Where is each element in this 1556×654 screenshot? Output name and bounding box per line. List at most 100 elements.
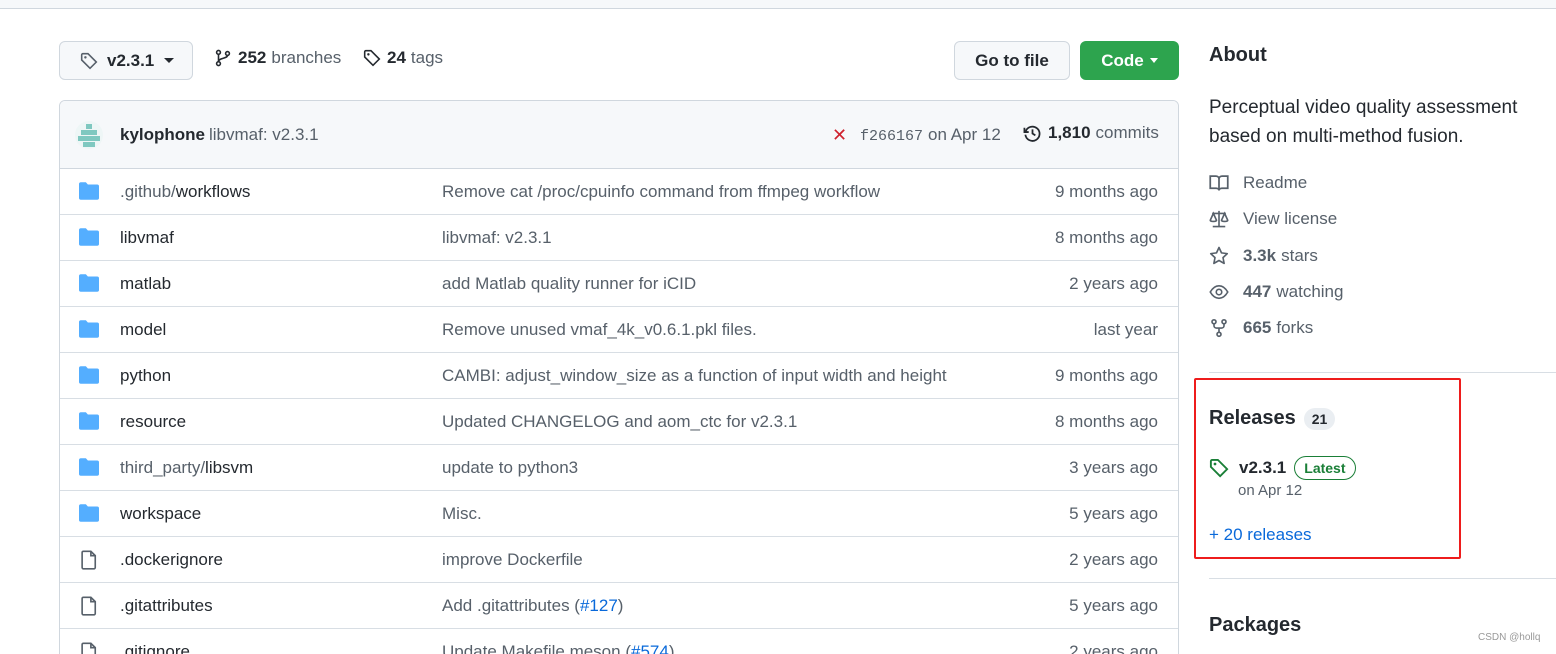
tags-count: 24	[387, 48, 406, 67]
file-commit-message[interactable]: libvmaf: v2.3.1	[442, 228, 552, 248]
file-commit-message[interactable]: Updated CHANGELOG and aom_ctc for v2.3.1	[442, 412, 797, 432]
stars-label: stars	[1281, 246, 1318, 265]
file-rows: .github/workflows Remove cat /proc/cpuinf…	[60, 169, 1178, 654]
pull-request-link[interactable]: #127	[580, 596, 618, 615]
branches-label: branches	[271, 48, 342, 67]
file-name-sub: libsvm	[205, 458, 254, 477]
commit-message-text: CAMBI: adjust_window_size as a function …	[442, 366, 947, 385]
readme-link[interactable]: Readme	[1209, 173, 1307, 193]
file-row[interactable]: .gitignore Update Makefile meson (#574) 2 …	[60, 629, 1178, 654]
file-name: .gitignore	[120, 642, 190, 654]
file-name-link[interactable]: .gitattributes	[120, 596, 213, 616]
readme-label: Readme	[1243, 173, 1308, 192]
go-to-file-button[interactable]: Go to file	[954, 41, 1070, 80]
commit-date: on Apr 12	[928, 125, 1001, 144]
file-age: 5 years ago	[1069, 504, 1158, 523]
file-age: 5 years ago	[1069, 596, 1158, 615]
file-name-link[interactable]: matlab	[120, 274, 171, 294]
file-row[interactable]: workspace Misc. 5 years ago	[60, 491, 1178, 537]
commits-count: 1,810	[1048, 123, 1091, 142]
file-name-link[interactable]: libvmaf	[120, 228, 174, 248]
file-row[interactable]: .dockerignore improve Dockerfile 2 years a…	[60, 537, 1178, 583]
commits-link[interactable]: 1,810 commits	[1023, 123, 1159, 143]
file-icon	[79, 596, 99, 621]
tags-label: tags	[410, 48, 444, 67]
file-name-link[interactable]: .github/workflows	[120, 182, 250, 202]
packages-heading[interactable]: Packages	[1209, 614, 1301, 637]
file-name: resource	[120, 412, 187, 431]
file-name-link[interactable]: third_party/libsvm	[120, 458, 253, 478]
tags-link[interactable]: 24 tags	[363, 48, 443, 68]
file-commit-message[interactable]: update to python3	[442, 458, 578, 478]
commits-label: commits	[1095, 123, 1159, 142]
file-name-link[interactable]: .dockerignore	[120, 550, 223, 570]
file-row[interactable]: matlab add Matlab quality runner for iCID…	[60, 261, 1178, 307]
license-label: View license	[1243, 209, 1338, 228]
file-commit-message[interactable]: CAMBI: adjust_window_size as a function …	[442, 366, 947, 386]
commit-message-text: improve Dockerfile	[442, 550, 583, 569]
repo-description: Perceptual video quality assessment base…	[1209, 97, 1518, 147]
pull-request-link[interactable]: #574	[631, 642, 669, 654]
commit-message-text: Add .gitattributes (	[442, 596, 580, 615]
commit-sha[interactable]: f266167	[860, 128, 923, 145]
stars-link[interactable]: 3.3k stars	[1209, 246, 1318, 266]
file-name-link[interactable]: .gitignore	[120, 642, 190, 654]
commit-message-text: libvmaf: v2.3.1	[442, 228, 552, 247]
file-age: 2 years ago	[1069, 642, 1158, 654]
file-name-link[interactable]: resource	[120, 412, 186, 432]
file-row[interactable]: .github/workflows Remove cat /proc/cpuinf…	[60, 169, 1178, 215]
file-name: .dockerignore	[120, 550, 224, 569]
file-name-link[interactable]: model	[120, 320, 166, 340]
code-button-label: Code	[1101, 50, 1144, 70]
folder-icon	[79, 274, 99, 297]
commit-author[interactable]: kylophone	[120, 125, 205, 145]
tag-icon	[80, 52, 98, 69]
file-name: python	[120, 366, 172, 385]
file-age: 2 years ago	[1069, 274, 1158, 293]
folder-icon	[79, 182, 99, 205]
file-row[interactable]: libvmaf libvmaf: v2.3.1 8 months ago	[60, 215, 1178, 261]
watchers-link[interactable]: 447 watching	[1209, 282, 1343, 302]
branch-selector-button[interactable]: v2.3.1	[59, 41, 193, 80]
file-commit-message[interactable]: Misc.	[442, 504, 482, 524]
file-age: 8 months ago	[1054, 228, 1158, 247]
file-commit-message[interactable]: Remove unused vmaf_4k_v0.6.1.pkl files.	[442, 320, 757, 340]
file-row[interactable]: python CAMBI: adjust_window_size as a fun…	[60, 353, 1178, 399]
file-age: 8 months ago	[1054, 412, 1158, 431]
file-name: matlab	[120, 274, 172, 293]
commit-message-text: update to python3	[442, 458, 579, 477]
status-failed-icon[interactable]: ✕	[832, 125, 847, 146]
divider	[1209, 578, 1556, 579]
file-name: libvmaf	[120, 228, 174, 247]
code-button[interactable]: Code	[1080, 41, 1179, 80]
branches-link[interactable]: 252 branches	[214, 48, 341, 68]
branches-count: 252	[238, 48, 267, 67]
file-age: 3 years ago	[1069, 458, 1158, 477]
file-age: 9 months ago	[1054, 366, 1158, 385]
file-commit-message[interactable]: Add .gitattributes (#127)	[442, 596, 623, 616]
file-commit-message[interactable]: Update Makefile meson (#574)	[442, 642, 674, 654]
file-row[interactable]: third_party/libsvm update to python3 3 yea…	[60, 445, 1178, 491]
commit-message[interactable]: libvmaf: v2.3.1	[209, 125, 319, 145]
chevron-down-icon	[164, 58, 175, 63]
branch-name: v2.3.1	[107, 50, 155, 70]
file-row[interactable]: model Remove unused vmaf_4k_v0.6.1.pkl fi…	[60, 307, 1178, 353]
file-commit-message[interactable]: improve Dockerfile	[442, 550, 583, 570]
star-icon	[1209, 246, 1229, 265]
file-name-link[interactable]: python	[120, 366, 171, 386]
avatar[interactable]	[75, 121, 103, 149]
commit-message-text: Remove cat /proc/cpuinfo command from ff…	[442, 182, 881, 201]
forks-link[interactable]: 665 forks	[1209, 318, 1313, 338]
file-name-sub: workflows	[175, 182, 251, 201]
license-link[interactable]: View license	[1209, 209, 1337, 229]
folder-icon	[79, 504, 99, 527]
red-highlight-box	[1194, 378, 1461, 559]
file-row[interactable]: .gitattributes Add .gitattributes (#127) 5…	[60, 583, 1178, 629]
file-commit-message[interactable]: Remove cat /proc/cpuinfo command from ff…	[442, 182, 880, 202]
file-row[interactable]: resource Updated CHANGELOG and aom_ctc fo…	[60, 399, 1178, 445]
history-icon	[1023, 125, 1041, 142]
folder-icon	[79, 458, 99, 481]
file-commit-message[interactable]: add Matlab quality runner for iCID	[442, 274, 696, 294]
file-age: 9 months ago	[1054, 182, 1158, 201]
file-name-link[interactable]: workspace	[120, 504, 201, 524]
